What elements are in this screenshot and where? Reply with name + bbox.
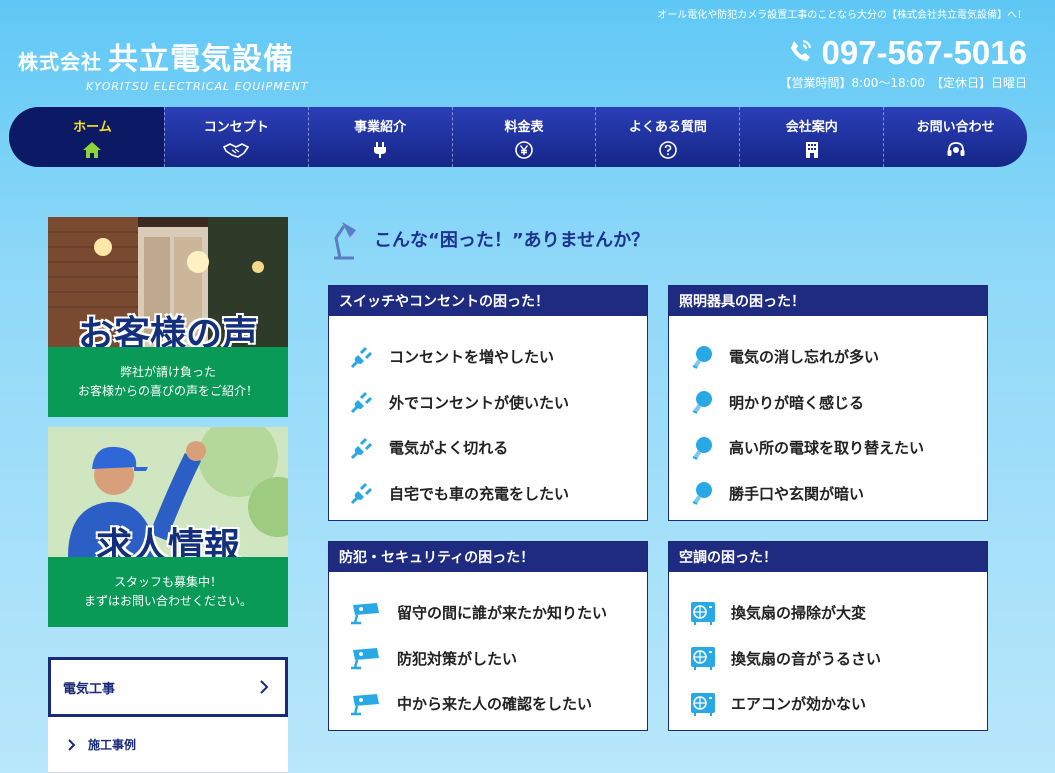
list-item: 電気の消し忘れが多い: [669, 334, 987, 380]
list-item: 自宅でも車の充電をしたい: [329, 471, 647, 517]
side-menu-works[interactable]: 施工事例: [48, 717, 288, 773]
business-hours: 【営業時間】8:00～18:00 【定休日】日曜日: [779, 76, 1027, 90]
voice-banner-line2: お客様からの喜びの声をご紹介！: [77, 384, 258, 398]
camera-icon: [351, 648, 379, 670]
nav-company-label: 会社案内: [785, 119, 838, 135]
list-item: 外でコンセントが使いたい: [329, 380, 647, 426]
handshake-icon: [223, 142, 250, 158]
problem-box-outlet: スイッチやコンセントの困った！ コンセントを増やしたい 外でコンセントが使いたい…: [328, 285, 648, 521]
section-title: こんな“困った！”ありませんか？: [328, 218, 649, 260]
list-item: 防犯対策がしたい: [329, 636, 647, 682]
phone-icon: [787, 38, 813, 68]
headset-icon: [947, 141, 965, 156]
phone-number[interactable]: 097-567-5016: [821, 34, 1027, 72]
list-item: エアコンが効かない: [669, 681, 987, 727]
list-item: 高い所の電球を取り替えたい: [669, 425, 987, 471]
camera-icon: [351, 693, 379, 715]
side-menu: 電気工事 施工事例: [48, 657, 288, 773]
list-item: 留守の間に誰が来たか知りたい: [329, 590, 647, 636]
side-menu-works-label: 施工事例: [88, 738, 137, 752]
home-icon: [83, 141, 102, 158]
ventilation-fan-icon: [691, 647, 715, 671]
camera-icon: [351, 602, 379, 624]
box-heading: スイッチやコンセントの困った！: [329, 286, 647, 316]
nav-business-label: 事業紹介: [354, 119, 407, 135]
nav-business[interactable]: 事業紹介: [307, 107, 452, 167]
nav-concept[interactable]: コンセプト: [163, 107, 308, 167]
desk-lamp-icon: [334, 222, 356, 260]
box-heading: 空調の困った！: [669, 542, 987, 572]
plug-icon: [374, 141, 387, 158]
problem-box-security: 防犯・セキュリティの困った！ 留守の間に誰が来たか知りたい 防犯対策がしたい 中…: [328, 541, 648, 731]
nav-price[interactable]: 料金表: [451, 107, 596, 167]
list-item: 明かりが暗く感じる: [669, 380, 987, 426]
plug-icon: [350, 346, 373, 368]
global-nav: ホーム コンセプト 事業紹介 料金表 よくある質問 会社案内 お問い合わせ: [9, 107, 1027, 167]
side-menu-electrical-label: 電気工事: [63, 681, 116, 697]
section-title-text: こんな“困った！”ありませんか？: [374, 230, 650, 251]
logo-name: 共立電気設備: [108, 42, 294, 77]
recruit-banner-line2: まずはお問い合わせください。: [83, 594, 252, 608]
nav-concept-label: コンセプト: [203, 119, 269, 135]
building-icon: [805, 141, 818, 158]
nav-price-label: 料金表: [504, 119, 544, 135]
recruit-banner-line1: スタッフも募集中！: [113, 574, 222, 589]
side-menu-electrical-work[interactable]: 電気工事: [48, 657, 288, 717]
nav-company[interactable]: 会社案内: [739, 107, 883, 167]
problem-box-lighting: 照明器具の困った！ 電気の消し忘れが多い 明かりが暗く感じる 高い所の電球を取り…: [668, 285, 988, 521]
problem-box-aircon: 空調の困った！ 換気扇の掃除が大変 換気扇の音がうるさい エアコンが効かない: [668, 541, 988, 731]
list-item: コンセントを増やしたい: [329, 334, 647, 380]
recruit-banner[interactable]: 求人情報 スタッフも募集中！ まずはお問い合わせください。: [48, 427, 288, 627]
recruit-banner-text: スタッフも募集中！ まずはお問い合わせください。: [48, 557, 288, 627]
logo-subtitle: KYORITSU ELECTRICAL EQUIPMENT: [86, 80, 309, 93]
bulb-icon: [692, 482, 712, 506]
phone-block: 097-567-5016 【営業時間】8:00～18:00 【定休日】日曜日: [779, 34, 1027, 91]
nav-faq[interactable]: よくある質問: [595, 107, 739, 167]
list-item: 換気扇の音がうるさい: [669, 636, 987, 682]
nav-contact[interactable]: お問い合わせ: [883, 107, 1027, 167]
bulb-icon: [692, 436, 712, 460]
box-heading: 照明器具の困った！: [669, 286, 987, 316]
bulb-icon: [692, 391, 712, 415]
customer-voice-banner[interactable]: お客様の声 弊社が請け負った お客様からの喜びの声をご紹介！: [48, 217, 288, 417]
nav-home-label: ホーム: [73, 119, 112, 135]
ventilation-fan-icon: [691, 692, 715, 716]
voice-banner-text: 弊社が請け負った お客様からの喜びの声をご紹介！: [48, 347, 288, 417]
list-item: 中から来た人の確認をしたい: [329, 681, 647, 727]
voice-banner-line1: 弊社が請け負った: [119, 364, 216, 379]
site-logo[interactable]: 株式会社 共立電気設備 KYORITSU ELECTRICAL EQUIPMENT: [18, 34, 309, 93]
question-icon: [659, 140, 677, 159]
header-tagline: オール電化や防犯カメラ設置工事のことなら大分の【株式会社共立電気設備】へ！: [657, 10, 1027, 21]
ventilation-fan-icon: [691, 601, 715, 625]
yen-icon: [515, 140, 533, 159]
bulb-icon: [692, 345, 712, 369]
nav-contact-label: お問い合わせ: [916, 119, 995, 135]
logo-prefix: 株式会社: [18, 50, 102, 74]
box-heading: 防犯・セキュリティの困った！: [329, 542, 647, 572]
plug-icon: [350, 437, 373, 459]
plug-icon: [350, 483, 373, 505]
list-item: 換気扇の掃除が大変: [669, 590, 987, 636]
list-item: 勝手口や玄関が暗い: [669, 471, 987, 517]
chevron-right-icon: [260, 680, 269, 694]
chevron-right-icon: [68, 738, 76, 751]
nav-faq-label: よくある質問: [628, 119, 707, 135]
nav-home[interactable]: ホーム: [9, 107, 164, 167]
plug-icon: [350, 392, 373, 414]
list-item: 電気がよく切れる: [329, 425, 647, 471]
